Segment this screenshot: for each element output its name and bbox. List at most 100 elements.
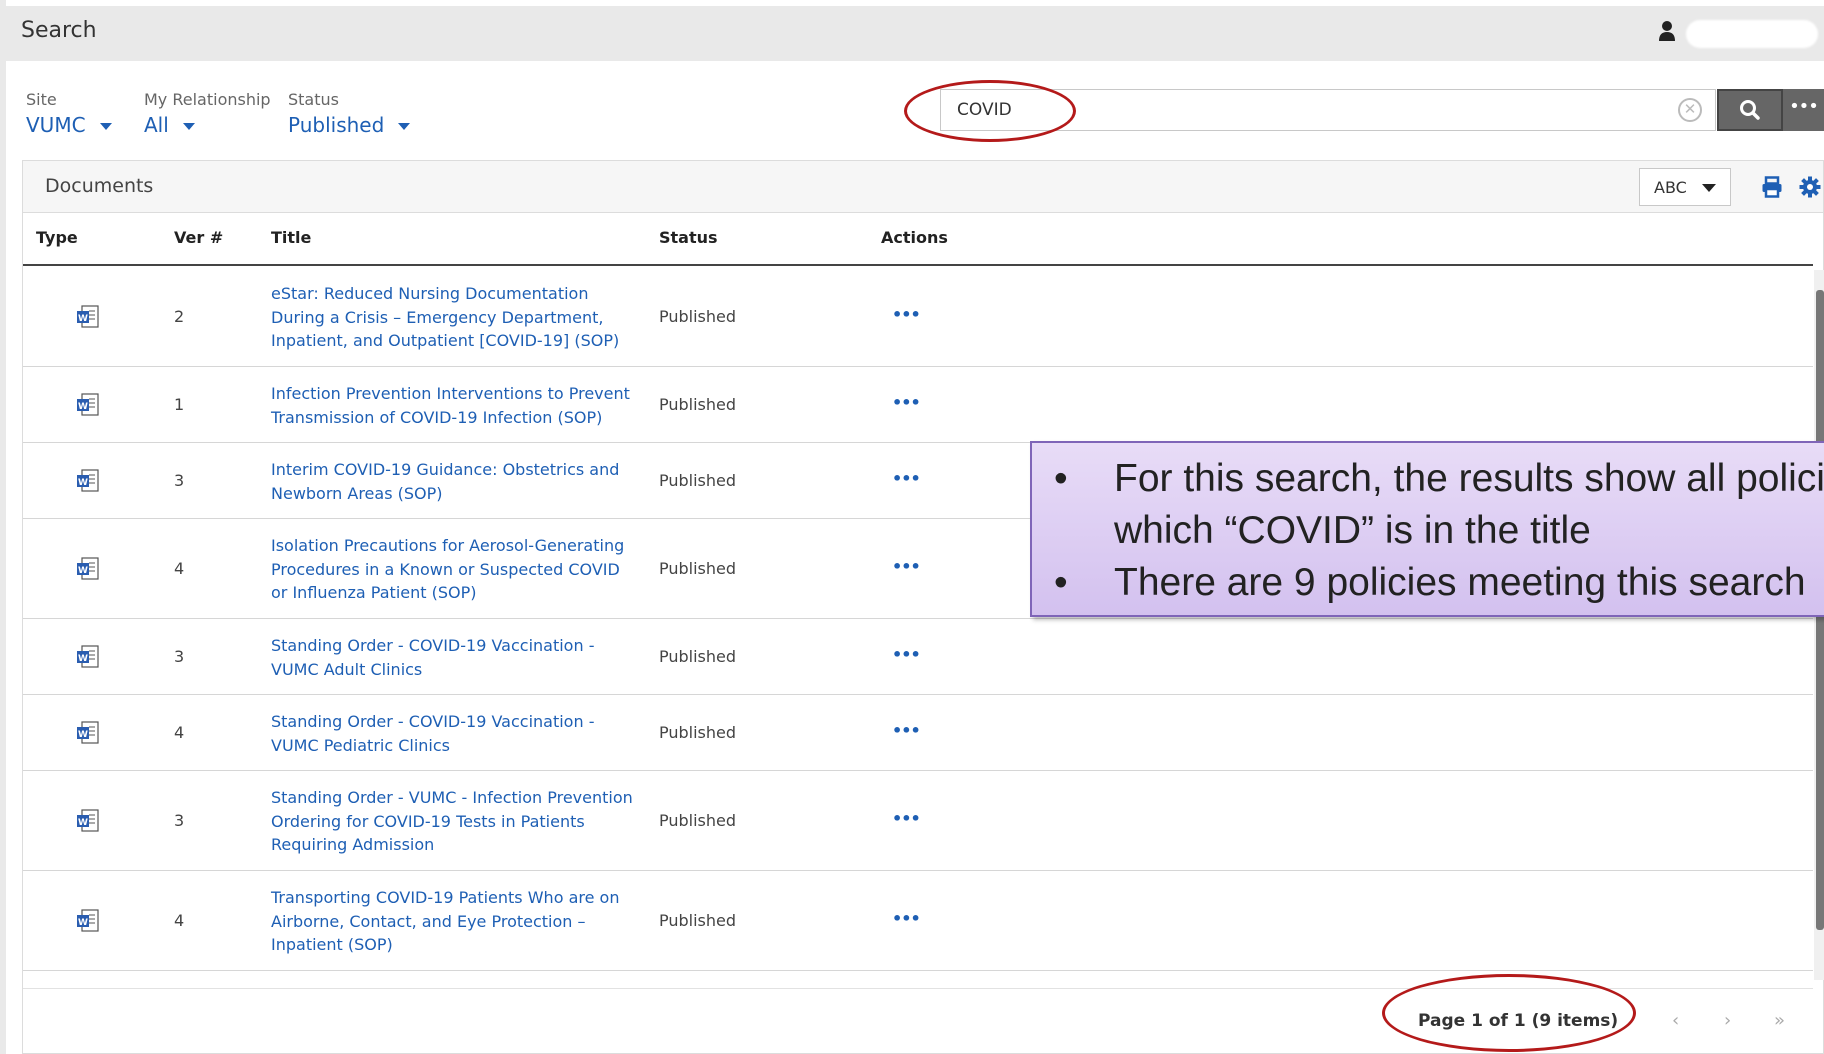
filter-status[interactable]: Status Published	[288, 90, 411, 137]
row-actions-button[interactable]: •••	[892, 557, 921, 576]
column-header-status[interactable]: Status	[659, 228, 718, 247]
annotation-callout: • For this search, the results show all p…	[1030, 441, 1824, 617]
svg-text:W: W	[78, 478, 88, 488]
svg-text:W: W	[78, 402, 88, 412]
row-version: 3	[174, 647, 185, 666]
row-version: 3	[174, 471, 185, 490]
row-actions-button[interactable]: •••	[892, 305, 921, 324]
row-status: Published	[659, 471, 737, 490]
word-doc-icon[interactable]: W	[76, 557, 100, 585]
row-title-link[interactable]: Standing Order - COVID-19 Vaccination - …	[271, 710, 641, 757]
row-status: Published	[659, 811, 737, 830]
filter-relationship-value[interactable]: All	[144, 113, 271, 137]
pager-prev-button[interactable]: ‹	[1672, 1010, 1679, 1031]
svg-text:W: W	[78, 730, 88, 740]
filter-status-label: Status	[288, 90, 339, 109]
svg-text:W: W	[78, 818, 88, 828]
word-doc-icon[interactable]: W	[76, 469, 100, 497]
filter-site-label: Site	[26, 90, 57, 109]
chevron-down-icon	[99, 123, 112, 130]
row-title-link[interactable]: Standing Order - VUMC - Infection Preven…	[271, 786, 641, 857]
svg-text:W: W	[78, 566, 88, 576]
row-actions-button[interactable]: •••	[892, 721, 921, 740]
search-box: ✕	[940, 89, 1716, 131]
svg-text:W: W	[78, 314, 88, 324]
table-scrollbar[interactable]	[1814, 270, 1824, 980]
search-icon	[1740, 100, 1760, 120]
row-status: Published	[659, 395, 737, 414]
row-actions-button[interactable]: •••	[892, 909, 921, 928]
table-row[interactable]: W 4 Transporting COVID-19 Patients Who a…	[23, 871, 1813, 971]
documents-panel-title: Documents	[45, 175, 154, 197]
more-options-button[interactable]: •••	[1783, 89, 1824, 131]
column-header-title[interactable]: Title	[271, 228, 311, 247]
chevron-down-icon	[398, 123, 411, 130]
row-version: 3	[174, 811, 185, 830]
print-icon[interactable]	[1761, 176, 1783, 202]
left-rail	[0, 0, 6, 1054]
word-doc-icon[interactable]: W	[76, 305, 100, 333]
row-actions-button[interactable]: •••	[892, 393, 921, 412]
word-doc-icon[interactable]: W	[76, 645, 100, 673]
column-header-type[interactable]: Type	[36, 228, 78, 247]
search-button[interactable]	[1717, 89, 1783, 131]
user-icon[interactable]	[1658, 20, 1676, 46]
table-row[interactable]: W 4 Standing Order - COVID-19 Vaccinatio…	[23, 695, 1813, 771]
row-status: Published	[659, 559, 737, 578]
row-actions-button[interactable]: •••	[892, 469, 921, 488]
column-header-actions: Actions	[881, 228, 948, 247]
table-row[interactable]: W 2 eStar: Reduced Nursing Documentation…	[23, 267, 1813, 367]
row-title-link[interactable]: Isolation Precautions for Aerosol-Genera…	[271, 534, 641, 605]
filter-status-value[interactable]: Published	[288, 113, 411, 137]
header-divider	[23, 264, 1813, 266]
clear-search-icon[interactable]: ✕	[1678, 98, 1702, 122]
row-title-link[interactable]: Interim COVID-19 Guidance: Obstetrics an…	[271, 458, 641, 505]
bullet-icon: •	[1054, 457, 1068, 500]
table-row[interactable]: W 3 Standing Order - COVID-19 Vaccinatio…	[23, 619, 1813, 695]
row-title-link[interactable]: Transporting COVID-19 Patients Who are o…	[271, 886, 641, 957]
row-version: 4	[174, 911, 185, 930]
row-title-link[interactable]: Standing Order - COVID-19 Vaccination - …	[271, 634, 641, 681]
user-name-redacted[interactable]	[1686, 20, 1818, 48]
row-actions-button[interactable]: •••	[892, 809, 921, 828]
word-doc-icon[interactable]: W	[76, 393, 100, 421]
callout-list: • For this search, the results show all p…	[1048, 453, 1824, 609]
row-actions-button[interactable]: •••	[892, 645, 921, 664]
svg-text:W: W	[78, 654, 88, 664]
documents-panel-header: Documents ABC	[23, 161, 1823, 213]
svg-text:W: W	[78, 918, 88, 928]
row-version: 2	[174, 307, 185, 326]
sort-select[interactable]: ABC	[1639, 168, 1731, 206]
row-status: Published	[659, 307, 737, 326]
gear-icon[interactable]	[1799, 176, 1821, 202]
row-status: Published	[659, 911, 737, 930]
pager-last-button[interactable]: »	[1774, 1010, 1785, 1031]
row-version: 4	[174, 559, 185, 578]
row-version: 4	[174, 723, 185, 742]
word-doc-icon[interactable]: W	[76, 721, 100, 749]
search-input[interactable]	[957, 98, 1597, 122]
page-title: Search	[21, 18, 97, 43]
table-row[interactable]: W 3 Standing Order - VUMC - Infection Pr…	[23, 771, 1813, 871]
pager-summary: Page 1 of 1 (9 items)	[1418, 1011, 1619, 1031]
caret-down-icon	[1702, 184, 1716, 192]
filter-site-value[interactable]: VUMC	[26, 113, 112, 137]
word-doc-icon[interactable]: W	[76, 909, 100, 937]
callout-bullet: • There are 9 policies meeting this searc…	[1048, 557, 1824, 609]
filter-my-relationship[interactable]: My Relationship All	[144, 90, 271, 137]
column-header-ver[interactable]: Ver #	[174, 228, 223, 247]
callout-bullet: • For this search, the results show all p…	[1048, 453, 1824, 557]
row-title-link[interactable]: eStar: Reduced Nursing Documentation Dur…	[271, 282, 641, 353]
pager-next-button[interactable]: ›	[1724, 1010, 1731, 1031]
row-status: Published	[659, 647, 737, 666]
row-status: Published	[659, 723, 737, 742]
pager-divider	[23, 988, 1813, 989]
top-bar: Search	[6, 6, 1824, 61]
filter-relationship-label: My Relationship	[144, 90, 271, 109]
table-row[interactable]: W 1 Infection Prevention Interventions t…	[23, 367, 1813, 443]
bullet-icon: •	[1054, 561, 1068, 604]
word-doc-icon[interactable]: W	[76, 809, 100, 837]
row-title-link[interactable]: Infection Prevention Interventions to Pr…	[271, 382, 641, 429]
filter-site[interactable]: Site VUMC	[26, 90, 112, 137]
chevron-down-icon	[182, 123, 195, 130]
